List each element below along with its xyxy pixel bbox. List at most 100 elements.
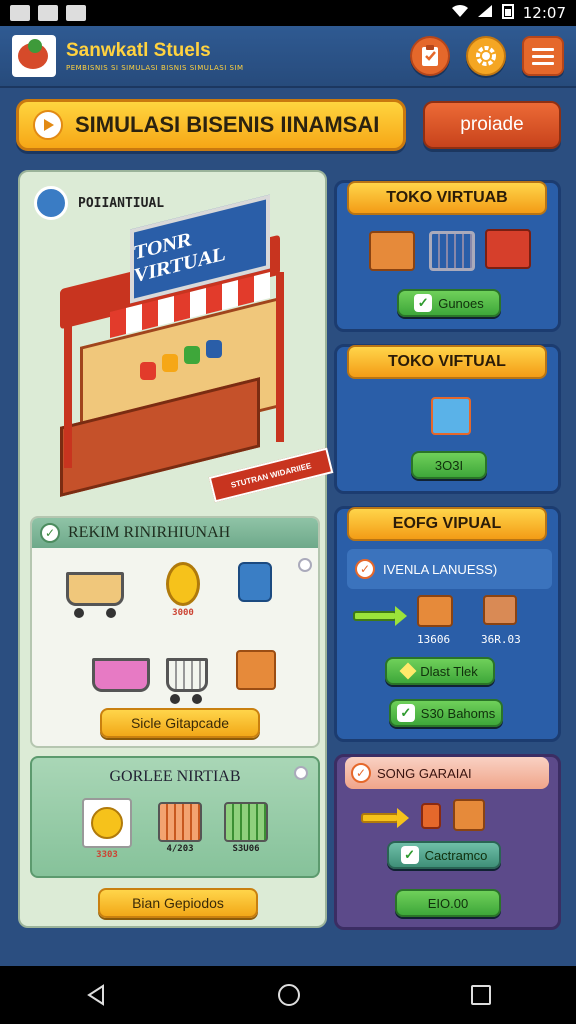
inventory-item[interactable] (88, 648, 154, 704)
arrow-right-icon (353, 606, 407, 626)
settings-button[interactable] (466, 36, 506, 76)
inventory-item[interactable]: 3000 (166, 562, 200, 618)
home-icon[interactable] (277, 984, 300, 1006)
app-name: Sanwkatl Stuels (66, 40, 211, 61)
basket-icon (158, 802, 202, 842)
produce-stand-icon (485, 229, 531, 269)
shop-pole (64, 298, 72, 468)
shop-illustration: TONR VIRTUAL STUTRAN WIDARIIEE (50, 194, 334, 512)
store-item[interactable]: 3303 (82, 798, 132, 860)
toko-card-3: EOFG VIPUAL ✓ IVENLA LANUESS) 13606 36R.… (334, 506, 561, 742)
inventory-card-header: ✓ REKIM RINIRHIUNAH (32, 518, 318, 548)
left-panel: POIIANTIUAL TONR VIRTUAL STUTRAN WIDARII… (18, 170, 334, 928)
diamond-icon (399, 662, 417, 680)
toko-card-1: TOKO VIRTUAB ✓ Gunoes (334, 180, 561, 332)
clipboard-button[interactable] (410, 36, 450, 76)
shop-banner: STUTRAN WIDARIIEE (208, 447, 334, 503)
shop-pole (276, 272, 284, 442)
toko-card-1-button[interactable]: ✓ Gunoes (397, 289, 501, 317)
store-item[interactable]: S3U06 (224, 802, 268, 854)
toko-card-3-value: 13606 (417, 633, 451, 646)
box-icon (417, 595, 453, 627)
toko-card-4-button-1-label: Cactramco (424, 847, 488, 863)
toko-card-3-button-1[interactable]: Dlast Tlek (385, 657, 495, 685)
box-icon (453, 799, 485, 831)
app-notification-icon (38, 5, 58, 21)
toko-card-1-title: TOKO VIRTUAB (347, 181, 547, 215)
shopping-cart-icon (62, 562, 128, 618)
store-item[interactable]: 4/203 (158, 802, 202, 854)
shopping-cart-icon (429, 231, 475, 271)
toko-card-4-title: SONG GARAIAI (377, 765, 472, 781)
image-notification-icon (66, 5, 86, 21)
upgrade-button[interactable]: Sicle Gitapcade (100, 708, 260, 738)
wifi-icon (451, 4, 469, 22)
arrow-right-icon (361, 808, 409, 828)
coins-icon (82, 798, 132, 848)
status-bar: 12:07 (0, 0, 576, 26)
toko-card-3-button-2-label: S30 Bahoms (420, 705, 496, 721)
store-card-title: GORLEE NIRTIAB (109, 768, 241, 785)
recent-apps-icon[interactable] (470, 985, 491, 1005)
gift-box-icon (431, 397, 471, 435)
jar-icon (140, 362, 156, 380)
toko-card-4: ✓ SONG GARAIAI ✓ Cactramco EIO.00 (334, 754, 561, 930)
cash-register-icon (369, 231, 415, 271)
header-actions (410, 36, 564, 76)
play-icon (33, 110, 63, 140)
check-icon: ✓ (351, 763, 371, 783)
toko-card-3-subtitle: IVENLA LANUESS) (383, 561, 498, 577)
toko-card-4-button-1[interactable]: ✓ Cactramco (387, 841, 501, 869)
status-indicators: 12:07 (451, 3, 566, 23)
check-icon: ✓ (396, 704, 415, 722)
app-logo (12, 35, 56, 77)
navigation-bar (0, 966, 576, 1024)
box-icon (483, 595, 517, 625)
profile-button[interactable]: proiade (423, 101, 561, 149)
toko-card-3-button-2[interactable]: ✓ S30 Bahoms (389, 699, 503, 727)
toko-card-2: TOKO VIFTUAL 3O3I (334, 344, 561, 494)
app-tagline: PEMBISNIS SI SIMULASI BISNIS SIMULASI SI… (66, 64, 244, 72)
inventory-card: ✓ REKIM RINIRHIUNAH 3000 Sicle Gitapcade (30, 516, 320, 748)
item-value: 3000 (172, 608, 194, 618)
right-column: TOKO VIRTUAB ✓ Gunoes TOKO VIFTUAL 3O3I … (334, 170, 561, 930)
inventory-item[interactable] (62, 562, 128, 618)
info-dot-icon[interactable] (294, 766, 308, 780)
toko-card-3-title: EOFG VIPUAL (347, 507, 547, 541)
coin-icon (166, 562, 200, 606)
shop-banner-text: STUTRAN WIDARIIEE (229, 460, 313, 490)
inventory-item[interactable] (236, 650, 276, 690)
settings-gear-icon (476, 46, 496, 66)
jar-icon (184, 346, 200, 364)
battery-icon (501, 3, 515, 23)
refresh-icon[interactable] (298, 558, 312, 572)
status-time: 12:07 (522, 4, 566, 22)
fruit-basket-icon (88, 648, 154, 704)
check-icon: ✓ (414, 294, 433, 312)
store-item-value: 3303 (96, 850, 118, 860)
check-icon: ✓ (355, 559, 375, 579)
app-header: Sanwkatl Stuels PEMBISNIS SI SIMULASI BI… (0, 26, 576, 88)
toko-card-1-button-label: Gunoes (438, 295, 484, 311)
box-icon (236, 650, 276, 690)
store-item-value: 4/203 (166, 844, 194, 854)
toko-card-3-value: 36R.03 (481, 633, 521, 646)
menu-button[interactable] (522, 36, 564, 76)
check-icon: ✓ (400, 846, 419, 864)
toko-card-2-button[interactable]: 3O3I (411, 451, 487, 479)
inventory-item[interactable] (238, 562, 272, 602)
toko-card-4-button-2[interactable]: EIO.00 (395, 889, 501, 917)
jar-icon (162, 354, 178, 372)
green-basket-icon (224, 802, 268, 842)
store-card: GORLEE NIRTIAB 3303 4/203 S3U06 (30, 756, 320, 878)
brand: Sanwkatl Stuels PEMBISNIS SI SIMULASI BI… (66, 40, 244, 72)
store-item-value: S3U06 (232, 844, 260, 854)
back-icon[interactable] (85, 984, 107, 1006)
inventory-item[interactable] (162, 648, 212, 704)
menu-icon (532, 48, 554, 65)
toko-card-3-subpanel: ✓ IVENLA LANUESS) (347, 549, 552, 589)
toko-card-4-header: ✓ SONG GARAIAI (345, 757, 549, 789)
upgrade-store-button[interactable]: Bian Gepiodos (98, 888, 258, 918)
toko-card-2-title: TOKO VIFTUAL (347, 345, 547, 379)
page-title-banner: SIMULASI BISENIS IINAMSAI (16, 99, 406, 151)
